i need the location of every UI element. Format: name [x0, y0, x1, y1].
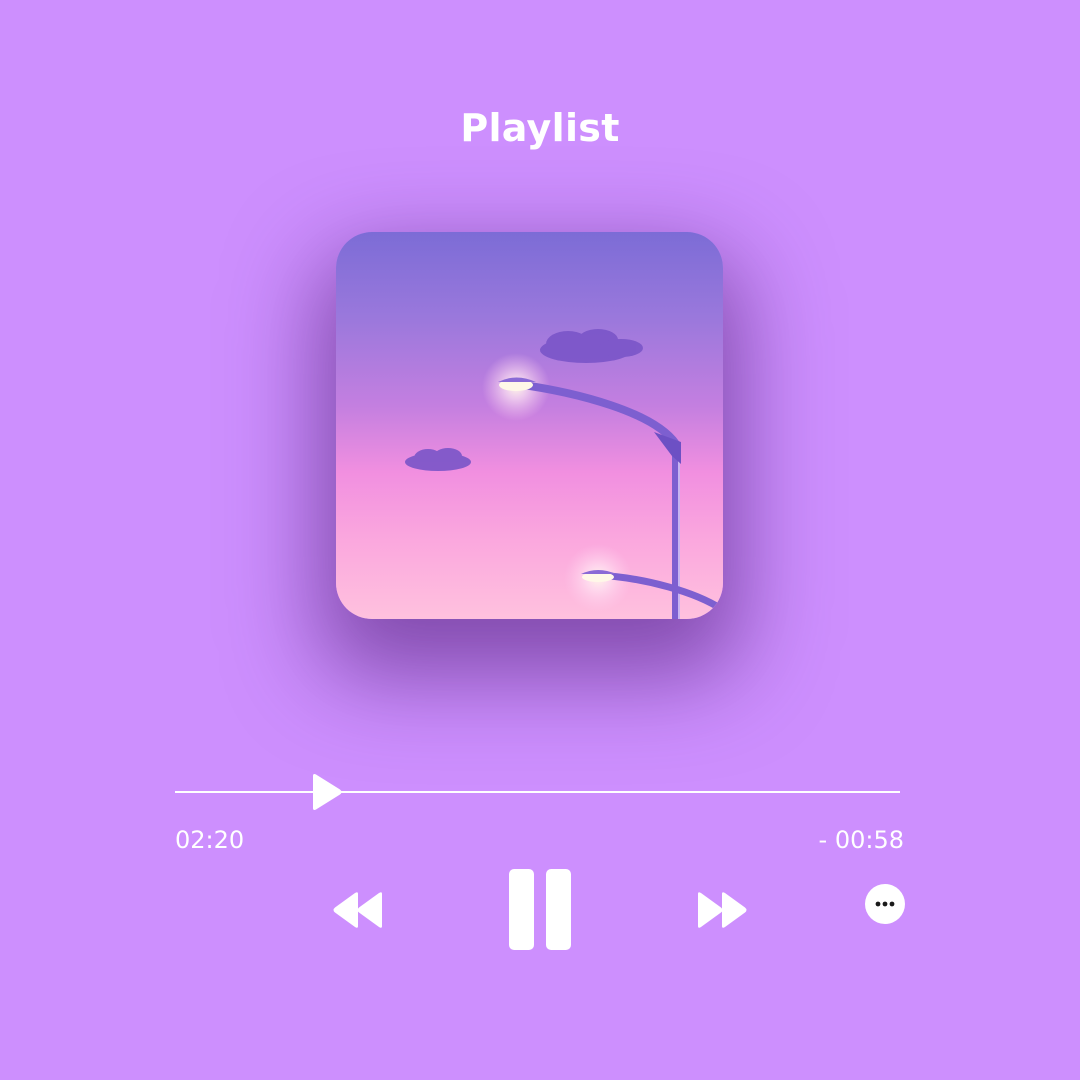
pause-button[interactable] — [508, 868, 572, 952]
page-title: Playlist — [460, 106, 620, 150]
fast-forward-button[interactable] — [696, 890, 748, 930]
progress-handle[interactable] — [311, 773, 343, 815]
more-options-icon — [875, 901, 895, 907]
rewind-icon — [333, 892, 382, 928]
elapsed-time: 02:20 — [175, 826, 245, 854]
progress-bar[interactable] — [175, 791, 900, 793]
remaining-time: - 00:58 — [818, 826, 904, 854]
album-art-image — [405, 329, 723, 619]
fast-forward-icon — [698, 892, 747, 928]
more-options-button[interactable] — [865, 884, 905, 924]
pause-icon — [509, 869, 571, 950]
rewind-button[interactable] — [332, 890, 384, 930]
album-art — [336, 232, 723, 619]
